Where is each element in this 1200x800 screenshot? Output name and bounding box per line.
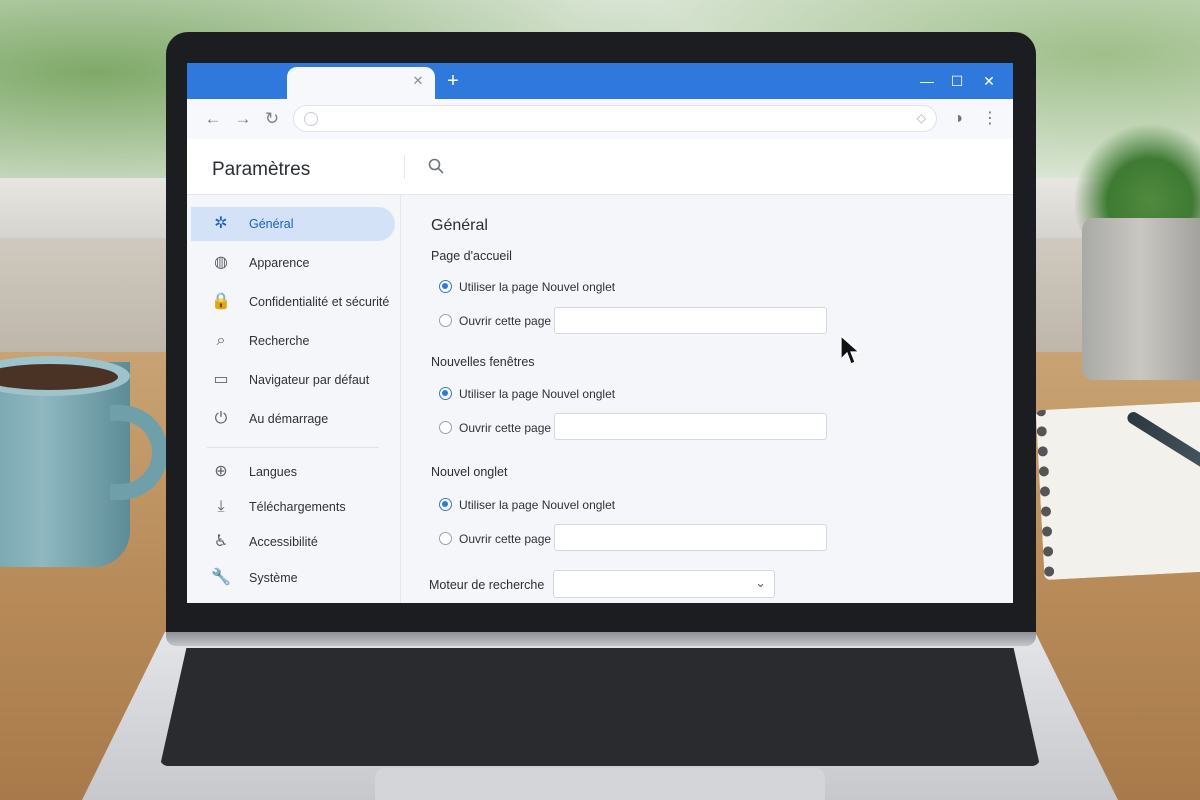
background-plant-pot bbox=[1082, 218, 1200, 380]
sidebar-item-search[interactable]: ⌕ Recherche bbox=[191, 324, 395, 358]
back-button[interactable]: ← bbox=[202, 108, 224, 130]
sidebar-item-downloads[interactable]: ⤓ Téléchargements bbox=[191, 490, 395, 524]
settings-content: Général Page d'accueil Utiliser la page … bbox=[401, 195, 1013, 603]
home-page-new-tab-label[interactable]: Utiliser la page Nouvel onglet bbox=[459, 280, 615, 294]
background-notebook bbox=[1035, 399, 1200, 581]
sidebar-item-startup[interactable]: ⏻ Au démarrage bbox=[191, 402, 395, 436]
browser-menu-button[interactable]: ⋮ bbox=[979, 108, 1001, 130]
maximize-button[interactable]: ☐ bbox=[945, 71, 969, 91]
new-windows-title: Nouvelles fenêtres bbox=[431, 355, 535, 369]
search-engine-select[interactable]: ⌄ bbox=[553, 570, 775, 598]
sidebar-item-privacy[interactable]: 🔒 Confidentialité et sécurité bbox=[191, 285, 395, 319]
new-tab-button[interactable]: + bbox=[442, 71, 464, 93]
section-title: Général bbox=[431, 217, 488, 234]
new-windows-open-page-label[interactable]: Ouvrir cette page : bbox=[459, 421, 558, 435]
home-page-open-page-label[interactable]: Ouvrir cette page : bbox=[459, 314, 558, 328]
sidebar-item-label: Général bbox=[249, 217, 294, 231]
browser-window: ✕ + — ☐ ✕ ← → ↻ ◇ ◑ ⋮ Paramètres ✲ Génér… bbox=[187, 63, 1013, 603]
sidebar-item-label: Navigateur par défaut bbox=[249, 373, 370, 387]
new-tab-open-page-label[interactable]: Ouvrir cette page : bbox=[459, 532, 558, 546]
new-windows-new-tab-label[interactable]: Utiliser la page Nouvel onglet bbox=[459, 387, 615, 401]
laptop-trackpad bbox=[375, 768, 825, 800]
sidebar-item-languages[interactable]: ⊕ Langues bbox=[191, 455, 395, 489]
accessibility-icon: ♿ bbox=[213, 533, 229, 550]
tab-close-icon[interactable]: ✕ bbox=[409, 72, 427, 90]
new-windows-open-page-radio[interactable] bbox=[439, 421, 452, 434]
settings-sidebar: ✲ Général ◍ Apparence 🔒 Confidentialité … bbox=[187, 195, 401, 603]
sidebar-item-label: Système bbox=[249, 571, 298, 585]
browser-titlebar: ✕ + — ☐ ✕ bbox=[187, 63, 1013, 99]
extension-icon[interactable]: ◑ bbox=[947, 108, 969, 130]
header-divider bbox=[404, 155, 405, 179]
minimize-button[interactable]: — bbox=[915, 71, 939, 91]
search-icon: ⌕ bbox=[216, 332, 226, 349]
close-window-button[interactable]: ✕ bbox=[977, 71, 1001, 91]
power-icon: ⏻ bbox=[214, 410, 228, 427]
page-title: Paramètres bbox=[212, 159, 311, 180]
sidebar-item-appearance[interactable]: ◍ Apparence bbox=[191, 246, 395, 280]
chevron-down-icon: ⌄ bbox=[755, 575, 766, 590]
wrench-icon: 🔧 bbox=[211, 569, 231, 586]
forward-button[interactable]: → bbox=[232, 108, 254, 130]
new-tab-url-input[interactable] bbox=[554, 524, 827, 551]
browser-window-icon: ▭ bbox=[213, 371, 229, 388]
home-page-title: Page d'accueil bbox=[431, 249, 512, 263]
new-tab-new-tab-radio[interactable] bbox=[439, 498, 452, 511]
sidebar-item-label: Langues bbox=[249, 465, 297, 479]
new-windows-new-tab-radio[interactable] bbox=[439, 387, 452, 400]
sidebar-item-label: Confidentialité et sécurité bbox=[249, 295, 390, 309]
sidebar-item-label: Téléchargements bbox=[249, 500, 346, 514]
sidebar-item-default-browser[interactable]: ▭ Navigateur par défaut bbox=[191, 363, 395, 397]
new-tab-new-tab-label[interactable]: Utiliser la page Nouvel onglet bbox=[459, 498, 615, 512]
sidebar-item-label: Apparence bbox=[249, 256, 310, 270]
laptop-hinge bbox=[166, 632, 1036, 646]
sidebar-item-accessibility[interactable]: ♿ Accessibilité bbox=[191, 525, 395, 559]
gear-icon: ✲ bbox=[214, 215, 228, 232]
laptop-keyboard bbox=[160, 648, 1040, 766]
settings-header: Paramètres bbox=[187, 139, 1013, 195]
lock-icon: 🔒 bbox=[211, 293, 231, 310]
sidebar-item-label: Recherche bbox=[249, 334, 310, 348]
search-settings-icon[interactable] bbox=[427, 157, 445, 175]
search-engine-label: Moteur de recherche bbox=[429, 578, 545, 592]
browser-tab[interactable]: ✕ bbox=[287, 67, 435, 99]
address-bar[interactable]: ◇ bbox=[293, 105, 937, 132]
new-tab-title: Nouvel onglet bbox=[431, 465, 508, 479]
sidebar-item-label: Au démarrage bbox=[249, 412, 329, 426]
globe-icon: ⊕ bbox=[214, 463, 228, 480]
sidebar-item-general[interactable]: ✲ Général bbox=[191, 207, 395, 241]
new-tab-open-page-radio[interactable] bbox=[439, 532, 452, 545]
home-page-open-page-radio[interactable] bbox=[439, 314, 452, 327]
browser-toolbar: ← → ↻ ◇ ◑ ⋮ bbox=[187, 99, 1013, 139]
sidebar-item-system[interactable]: 🔧 Système bbox=[191, 561, 395, 595]
home-page-new-tab-radio[interactable] bbox=[439, 280, 452, 293]
home-page-url-input[interactable] bbox=[554, 307, 827, 334]
reload-button[interactable]: ↻ bbox=[261, 108, 283, 130]
sidebar-divider bbox=[207, 447, 379, 448]
new-windows-url-input[interactable] bbox=[554, 413, 827, 440]
site-info-icon[interactable] bbox=[304, 112, 318, 126]
download-icon: ⤓ bbox=[217, 498, 225, 515]
palette-icon: ◍ bbox=[214, 254, 228, 271]
mouse-cursor-icon bbox=[840, 335, 860, 365]
bookmark-star-icon[interactable]: ◇ bbox=[917, 111, 926, 125]
sidebar-item-label: Accessibilité bbox=[249, 535, 318, 549]
